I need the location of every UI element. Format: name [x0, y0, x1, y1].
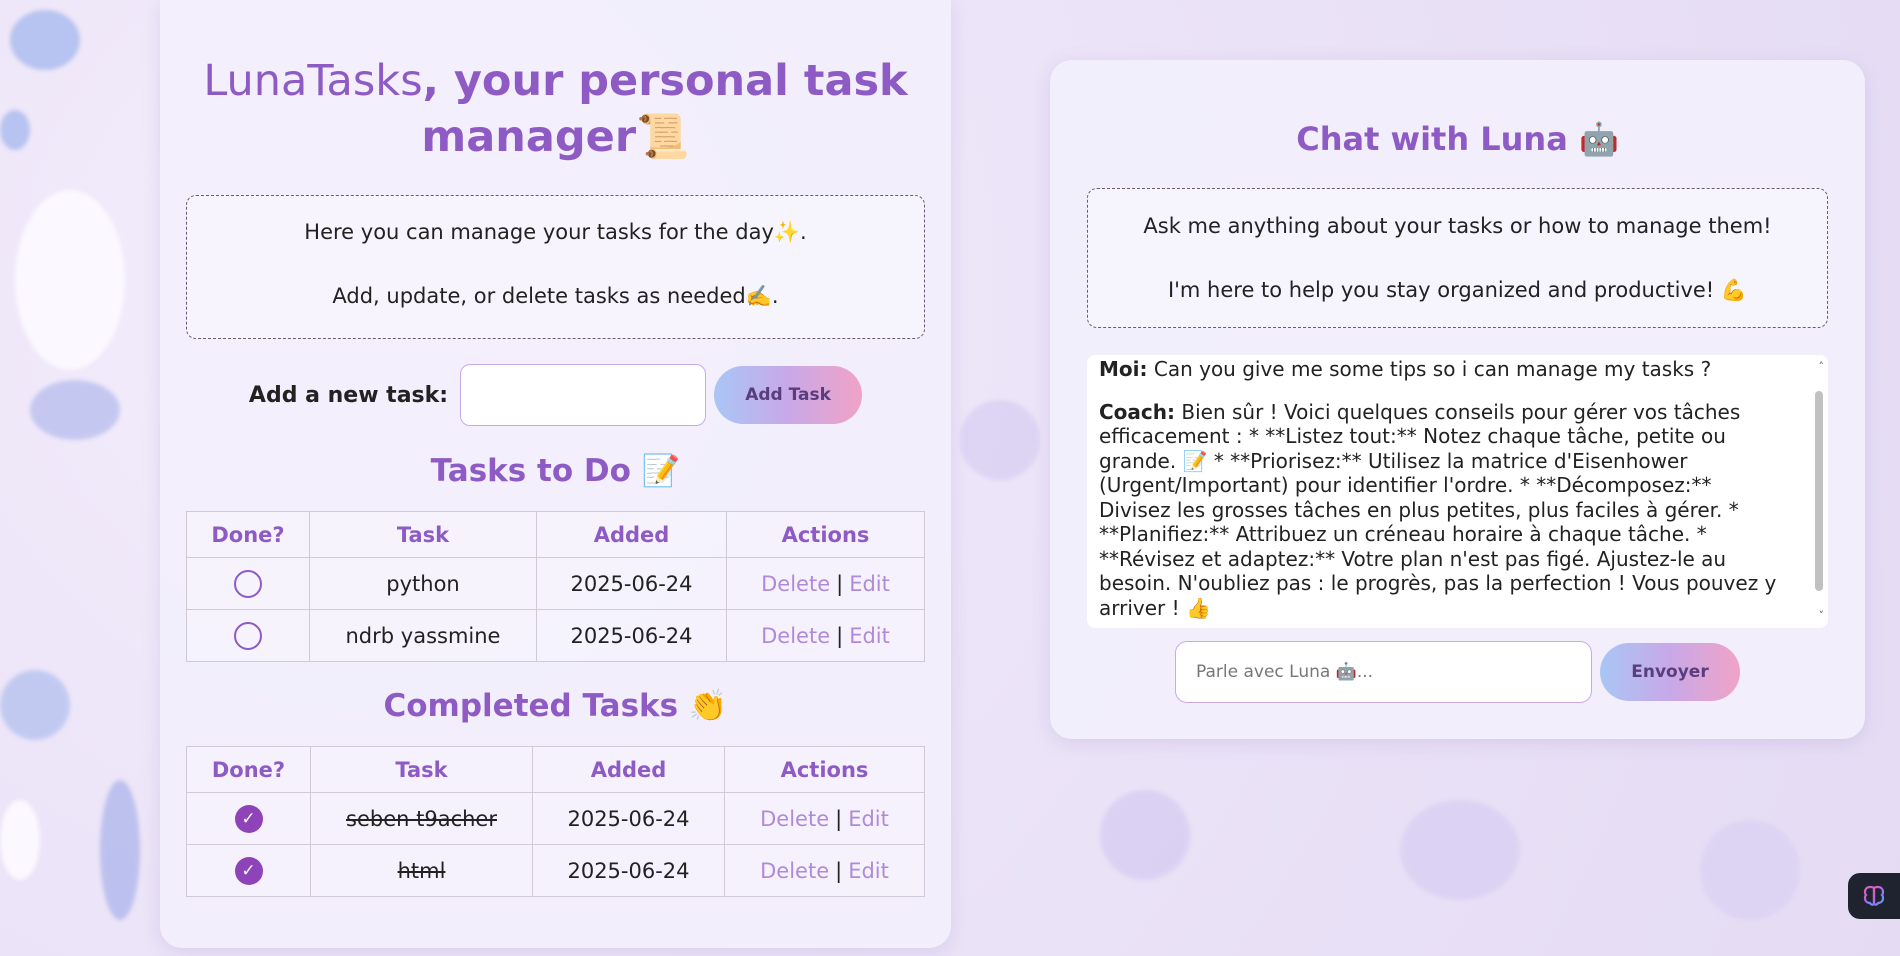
- column-header-actions: Actions: [726, 511, 925, 558]
- check-icon: ✓: [241, 808, 256, 829]
- send-button[interactable]: Envoyer: [1600, 643, 1740, 701]
- delete-link[interactable]: Delete: [761, 624, 830, 648]
- action-separator: |: [835, 858, 843, 883]
- column-header-done: Done?: [186, 511, 310, 558]
- table-row: ✓ seben t9acher 2025-06-24 Delete | Edit: [186, 792, 925, 845]
- checked-checkbox[interactable]: ✓: [234, 804, 263, 833]
- chat-panel: Chat with Luna 🤖 Ask me anything about y…: [1050, 60, 1865, 739]
- task-name: html: [310, 844, 533, 897]
- task-name: python: [309, 557, 537, 610]
- intro-line-1: Here you can manage your tasks for the d…: [304, 220, 807, 244]
- completed-table: Done? Task Added Actions ✓ seben t9acher…: [186, 746, 925, 897]
- edit-link[interactable]: Edit: [849, 624, 890, 648]
- task-name: ndrb yassmine: [309, 609, 537, 662]
- task-name: seben t9acher: [310, 792, 533, 845]
- message-speaker: Moi:: [1099, 357, 1148, 381]
- intro-box: Here you can manage your tasks for the d…: [186, 195, 925, 339]
- intro-line-2: Add, update, or delete tasks as needed✍️…: [332, 284, 779, 308]
- chat-log[interactable]: Moi: Can you give me some tips so i can …: [1087, 355, 1828, 628]
- message-speaker: Coach:: [1099, 399, 1176, 424]
- completed-heading: Completed Tasks 👏: [383, 688, 728, 724]
- column-header-added: Added: [532, 746, 725, 793]
- chat-title: Chat with Luna 🤖: [1296, 120, 1619, 158]
- task-added-date: 2025-06-24: [536, 557, 727, 610]
- message-text: Can you give me some tips so i can manag…: [1153, 357, 1712, 381]
- done-checkbox[interactable]: [234, 569, 262, 598]
- edit-link[interactable]: Edit: [849, 572, 890, 596]
- edit-link[interactable]: Edit: [848, 859, 889, 883]
- chat-intro-box: Ask me anything about your tasks or how …: [1087, 188, 1828, 328]
- chat-intro-line-2: I'm here to help you stay organized and …: [1167, 278, 1748, 302]
- table-row: python 2025-06-24 Delete | Edit: [186, 557, 925, 610]
- column-header-done: Done?: [186, 746, 311, 793]
- delete-link[interactable]: Delete: [761, 572, 830, 596]
- check-icon: ✓: [241, 860, 256, 881]
- todo-table: Done? Task Added Actions python 2025-06-…: [186, 511, 925, 662]
- scroll-down-icon[interactable]: ˅: [1819, 604, 1825, 629]
- checked-checkbox[interactable]: ✓: [234, 856, 263, 885]
- action-separator: |: [836, 623, 844, 648]
- brain-icon: [1863, 885, 1885, 906]
- column-header-task: Task: [310, 746, 533, 793]
- table-row: ✓ html 2025-06-24 Delete | Edit: [186, 844, 925, 897]
- add-task-button[interactable]: Add Task: [714, 366, 863, 424]
- scroll-up-icon[interactable]: ˄: [1819, 355, 1825, 380]
- todo-heading: Tasks to Do 📝: [430, 453, 681, 489]
- new-task-input[interactable]: [460, 364, 707, 426]
- column-header-actions: Actions: [724, 746, 925, 793]
- message-text: Bien sûr ! Voici quelques conseils pour …: [1099, 399, 1777, 620]
- add-task-form: Add a new task: Add Task: [186, 364, 925, 426]
- column-header-task: Task: [309, 511, 537, 558]
- scroll-thumb[interactable]: [1815, 391, 1823, 591]
- brain-widget-button[interactable]: [1848, 873, 1900, 919]
- task-added-date: 2025-06-24: [536, 609, 727, 662]
- scroll-icon: 📜: [636, 112, 690, 162]
- task-added-date: 2025-06-24: [532, 844, 725, 897]
- column-header-added: Added: [536, 511, 727, 558]
- add-task-label: Add a new task:: [248, 382, 449, 408]
- page-title: LunaTasks, your personal task manager📜: [186, 53, 925, 165]
- chat-message: Moi: Can you give me some tips so i can …: [1099, 357, 1786, 382]
- chat-message: Coach: Bien sûr ! Voici quelques conseil…: [1099, 400, 1786, 621]
- brand-name: LunaTasks: [203, 56, 423, 106]
- chat-intro-line-1: Ask me anything about your tasks or how …: [1143, 214, 1772, 238]
- chat-form: Parle avec Luna 🤖... Envoyer: [1087, 641, 1828, 703]
- delete-link[interactable]: Delete: [760, 859, 829, 883]
- done-checkbox[interactable]: [234, 621, 262, 650]
- task-added-date: 2025-06-24: [532, 792, 725, 845]
- delete-link[interactable]: Delete: [760, 807, 829, 831]
- edit-link[interactable]: Edit: [848, 807, 889, 831]
- chat-input[interactable]: Parle avec Luna 🤖...: [1175, 641, 1592, 703]
- task-manager-panel: LunaTasks, your personal task manager📜 H…: [160, 0, 951, 948]
- chat-scrollbar[interactable]: ˄ ˅: [1812, 355, 1826, 628]
- action-separator: |: [835, 806, 843, 831]
- action-separator: |: [836, 571, 844, 596]
- table-row: ndrb yassmine 2025-06-24 Delete | Edit: [186, 609, 925, 662]
